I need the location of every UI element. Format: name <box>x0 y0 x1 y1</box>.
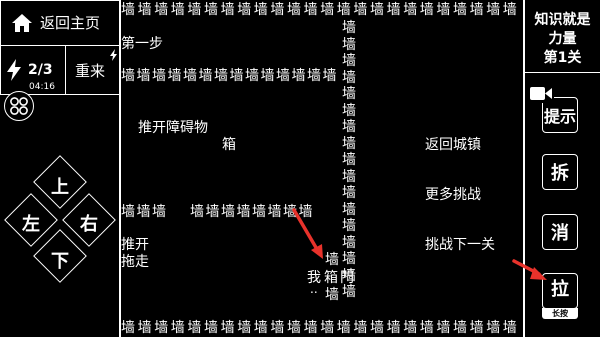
wall-center-column: 墙墙墙墙墙墙墙墙墙墙墙墙墙墙墙墙墙 <box>342 20 356 300</box>
eliminate-button[interactable]: 消 <box>542 214 578 250</box>
right-panel: 知识就是 力量 第1关 提示 拆 消 拉 长按 <box>525 0 600 337</box>
pull-long-press-label: 长按 <box>542 308 578 319</box>
energy-count: 2/3 <box>28 62 53 78</box>
dpad-right-label: 右 <box>80 214 98 235</box>
wall-top-row: 墙墙墙墙墙墙墙墙墙墙墙墙墙墙墙墙墙墙墙墙墙墙墙墙 <box>121 2 520 18</box>
wall-bottom-row: 墙墙墙墙墙墙墙墙墙墙墙墙墙墙墙墙墙墙墙墙墙墙墙墙 <box>121 320 520 336</box>
dismantle-button[interactable]: 拆 <box>542 154 578 190</box>
player-ellipsis: .. <box>310 282 318 296</box>
back-to-town-option[interactable]: 返回城镇 <box>425 137 481 153</box>
box-near-player[interactable]: 箱 <box>324 270 338 286</box>
lightning-small-icon <box>110 49 117 61</box>
dismantle-label: 拆 <box>551 163 569 184</box>
wall-below-box: 墙 <box>325 287 339 303</box>
energy-box: 2/3 04:16 <box>0 45 66 95</box>
level-title-box: 知识就是 力量 第1关 <box>525 0 600 73</box>
push-obstacle-label: 推开障碍物 <box>138 120 208 136</box>
dpad-up-label: 上 <box>51 177 69 198</box>
wall-row-1: 墙墙墙墙墙墙墙墙墙墙墙墙墙墙 <box>121 68 338 84</box>
pull-label: 拉 <box>551 279 569 300</box>
red-arrow-pull <box>512 259 547 280</box>
red-arrow-player <box>292 208 323 259</box>
eliminate-label: 消 <box>551 223 569 244</box>
dpad-down-label: 下 <box>51 251 69 272</box>
restart-label: 重来 <box>75 62 106 80</box>
level-title-line1: 知识就是 <box>534 12 591 28</box>
home-label: 返回主页 <box>40 14 101 32</box>
step-label: 第一步 <box>121 36 163 52</box>
left-control-panel: 返回主页 2/3 04:16 重来 上 左 右 下 <box>0 0 121 337</box>
restart-button[interactable]: 重来 <box>65 45 120 95</box>
menu-button[interactable] <box>4 91 34 121</box>
lightning-icon <box>7 59 21 81</box>
box-item[interactable]: 箱 <box>222 137 236 153</box>
next-challenge-option[interactable]: 挑战下一关 <box>425 237 495 253</box>
game-board: 墙墙墙墙墙墙墙墙墙墙墙墙墙墙墙墙墙墙墙墙墙墙墙墙 墙墙墙墙墙墙墙墙墙墙墙墙墙墙墙… <box>121 0 524 337</box>
dpad-left-label: 左 <box>22 214 40 235</box>
more-challenges-option[interactable]: 更多挑战 <box>425 187 481 203</box>
push-label: 推开 <box>121 237 149 253</box>
video-ad-icon <box>528 84 554 103</box>
dpad: 上 左 右 下 <box>0 150 120 283</box>
level-number: 第1关 <box>543 50 582 66</box>
level-title-line2: 力量 <box>548 31 577 47</box>
drag-label: 拖走 <box>121 254 149 270</box>
grid-menu-icon <box>10 97 28 115</box>
door: 門 <box>340 270 354 286</box>
energy-timer: 04:16 <box>29 82 55 92</box>
wall-row-2-left: 墙墙墙 <box>121 204 168 220</box>
hint-label: 提示 <box>543 107 576 126</box>
home-icon <box>12 14 32 32</box>
home-button[interactable]: 返回主页 <box>0 0 120 46</box>
